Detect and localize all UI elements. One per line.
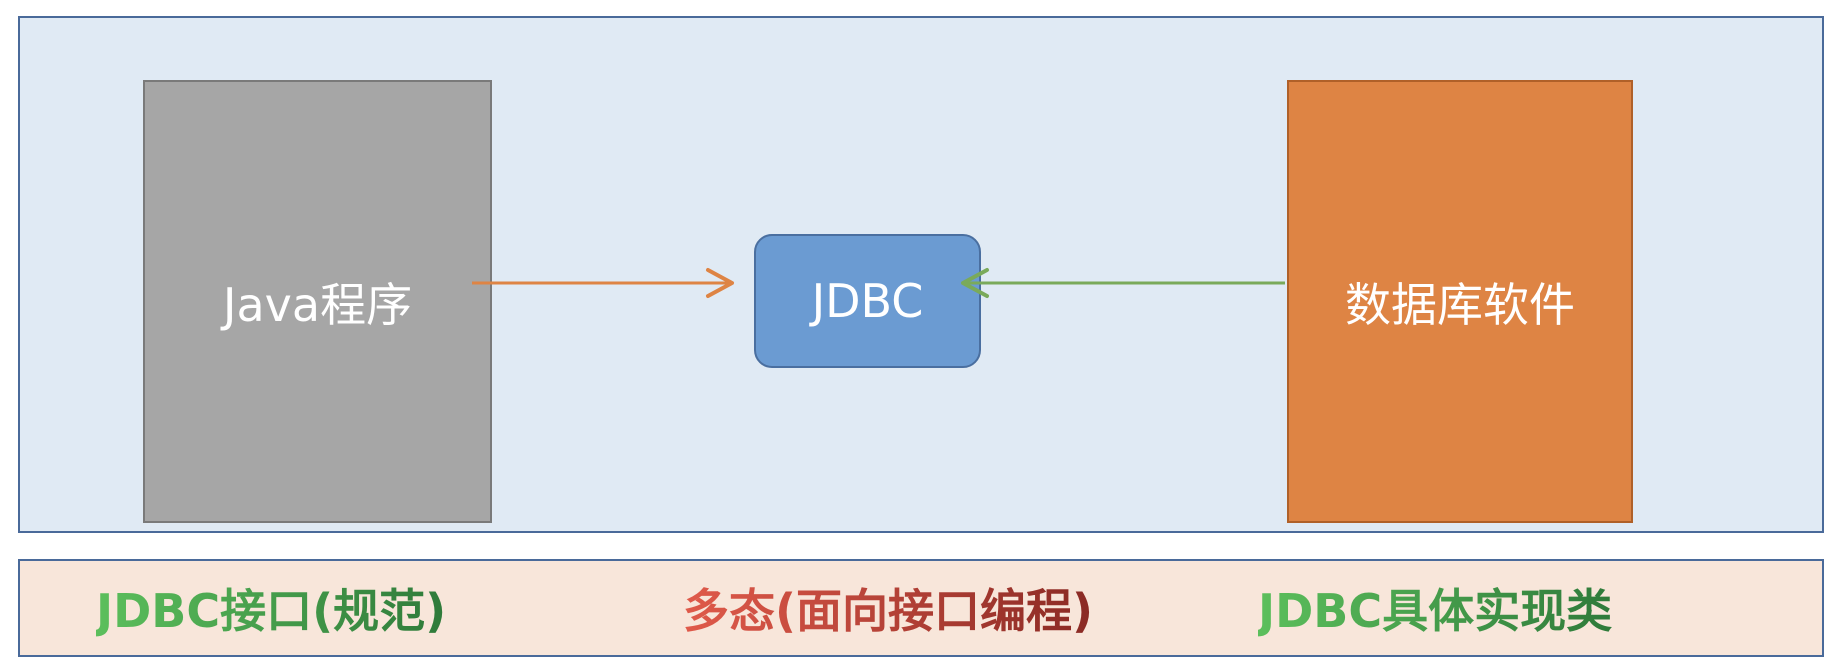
architecture-panel: Java程序 JDBC 数据库软件 — [18, 16, 1824, 533]
java-program-box: Java程序 — [143, 80, 492, 523]
database-software-box: 数据库软件 — [1287, 80, 1633, 523]
caption-jdbc-interface: JDBC接口(规范) — [96, 561, 446, 655]
caption-jdbc-implementation: JDBC具体实现类 — [1258, 561, 1612, 655]
database-software-label: 数据库软件 — [1345, 277, 1575, 332]
caption-polymorphism: 多态(面向接口编程) — [683, 561, 1093, 655]
caption-panel: JDBC接口(规范) 多态(面向接口编程) JDBC具体实现类 — [18, 559, 1824, 657]
jdbc-label: JDBC — [811, 274, 924, 328]
jdbc-box: JDBC — [754, 234, 981, 368]
java-program-label: Java程序 — [222, 277, 413, 332]
